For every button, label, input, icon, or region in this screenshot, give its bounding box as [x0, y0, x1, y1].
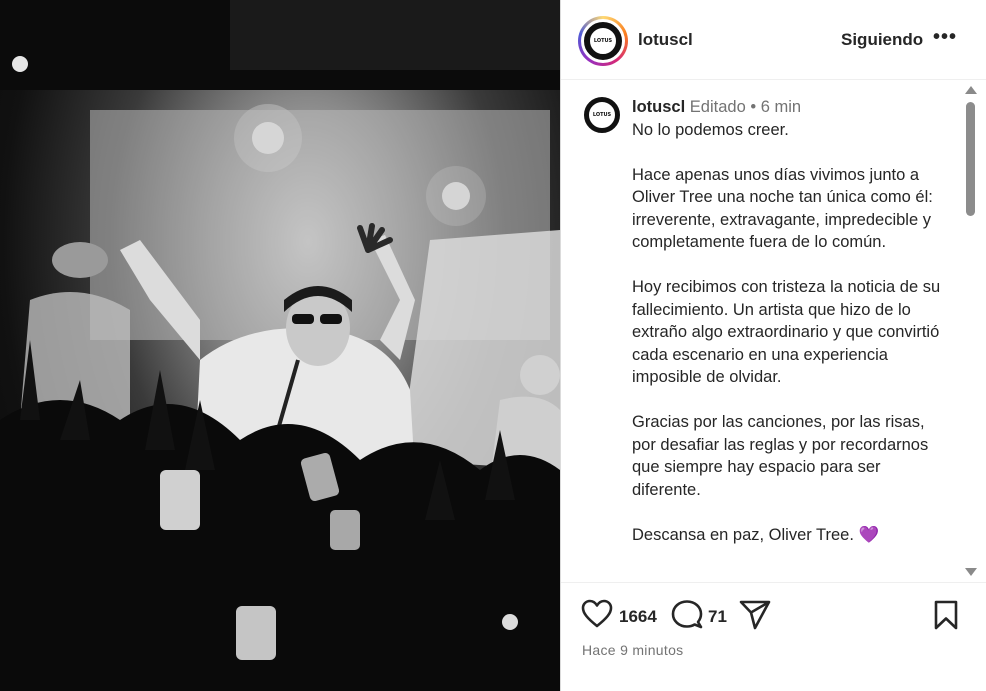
comments-area: LOTUS lotuscl Editado • 6 min No lo pode…	[561, 81, 986, 581]
comment-button[interactable]	[671, 599, 703, 636]
caption-paragraph-1: No lo podemos creer.	[632, 120, 789, 139]
scroll-thumb[interactable]	[966, 102, 975, 216]
caption-avatar[interactable]: LOTUS	[584, 97, 620, 133]
comment-icon	[671, 600, 703, 629]
more-options-icon[interactable]: •••	[933, 26, 957, 49]
share-icon	[739, 600, 771, 630]
edited-label: Editado	[689, 98, 746, 116]
heart-icon	[581, 599, 613, 628]
scroll-up-arrow-icon[interactable]	[965, 86, 977, 94]
comment-count[interactable]: 71	[708, 607, 727, 627]
bookmark-icon	[934, 600, 958, 630]
lotus-logo: LOTUS	[584, 97, 620, 133]
meta-separator: •	[750, 98, 757, 116]
like-button[interactable]	[581, 599, 613, 634]
post-timestamp: Hace 9 minutos	[582, 642, 684, 658]
scroll-down-arrow-icon[interactable]	[965, 568, 977, 576]
lotus-logo: LOTUS	[584, 22, 622, 60]
post-actions: 1664 71 Hace 9 minutos	[561, 582, 986, 691]
caption-paragraph-3: Hoy recibimos con tristeza la noticia de…	[632, 278, 945, 386]
post-caption: lotuscl Editado • 6 min No lo podemos cr…	[632, 96, 952, 546]
comments-scrollbar[interactable]	[963, 84, 977, 580]
caption-paragraph-5: Descansa en paz, Oliver Tree.	[632, 525, 854, 544]
following-button[interactable]: Siguiendo	[841, 30, 923, 50]
purple-heart-icon: 💜	[858, 525, 880, 544]
caption-paragraph-4: Gracias por las canciones, por las risas…	[632, 413, 933, 499]
like-count[interactable]: 1664	[619, 607, 657, 627]
profile-username[interactable]: lotuscl	[638, 30, 693, 50]
caption-age: 6 min	[760, 98, 802, 116]
caption-paragraph-2: Hace apenas unos días vivimos junto a Ol…	[632, 165, 938, 252]
profile-avatar[interactable]: LOTUS	[578, 16, 628, 66]
caption-username[interactable]: lotuscl	[632, 98, 685, 116]
share-button[interactable]	[739, 599, 771, 636]
post-header: LOTUS lotuscl Siguiendo •••	[561, 0, 986, 80]
post-photo[interactable]	[0, 0, 560, 691]
save-button[interactable]	[933, 600, 959, 635]
concert-photo	[0, 0, 560, 691]
post-panel: LOTUS lotuscl Siguiendo ••• LOTUS lotusc…	[560, 0, 986, 691]
